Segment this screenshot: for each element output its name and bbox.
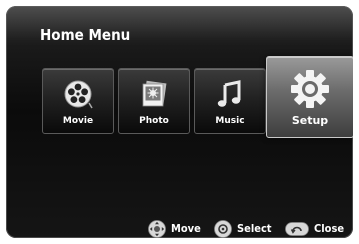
film-reel-icon (43, 77, 113, 111)
menu-item-label: Setup (291, 114, 329, 127)
menu-title: Home Menu (40, 26, 131, 44)
menu-item-label: Movie (62, 116, 94, 126)
menu-item-photo[interactable]: Photo (118, 68, 190, 134)
gear-icon (267, 67, 353, 111)
menu-item-setup[interactable]: Setup (266, 56, 353, 138)
menu-item-movie[interactable]: Movie (42, 68, 114, 134)
hint-move: Move (148, 220, 201, 238)
dpad-icon (148, 220, 166, 238)
menu-item-label: Music (215, 116, 245, 126)
music-note-icon (195, 77, 265, 111)
hint-move-label: Move (171, 222, 201, 235)
hint-close: Close (285, 220, 344, 238)
enter-button-icon (214, 220, 232, 238)
return-button-icon (285, 222, 309, 236)
menu-item-label: Photo (139, 116, 169, 126)
home-menu-screen: Home Menu Movie Photo Music Setup Move S… (6, 6, 353, 238)
hint-close-label: Close (314, 222, 345, 235)
hint-select: Select (214, 220, 272, 238)
menu-item-music[interactable]: Music (194, 68, 266, 134)
hint-select-label: Select (237, 222, 272, 235)
button-hints: Move Select Close (6, 220, 353, 238)
photo-icon (119, 77, 189, 111)
